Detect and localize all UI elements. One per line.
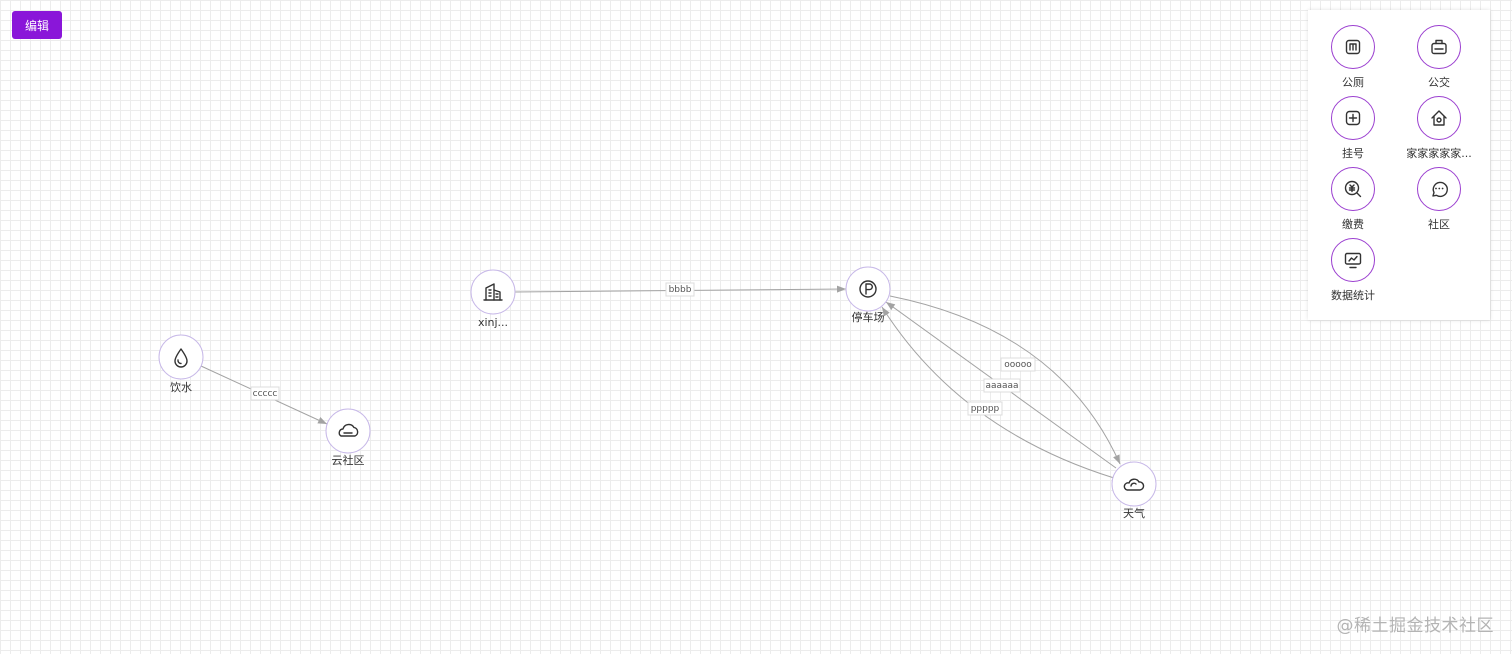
node-tingchechang[interactable]: 停车场 [845, 266, 891, 324]
bus-icon [1431, 39, 1447, 55]
palette-item-circle [1331, 167, 1375, 211]
palette-item-payment[interactable]: 缴费 [1309, 154, 1389, 231]
palette-item-circle [1331, 25, 1375, 69]
palette-item-register[interactable]: 挂号 [1309, 83, 1389, 160]
palette-item-circle [1417, 167, 1461, 211]
node-label: 天气 [1123, 506, 1145, 520]
palette-item-circle [1417, 25, 1461, 69]
node-label: 饮水 [170, 381, 192, 394]
monitor-chart-icon [1344, 252, 1362, 269]
edge-ccccc[interactable]: ccccc [200, 365, 328, 425]
watermark: @稀土掘金技术社区 [1336, 616, 1494, 636]
edge-bbbb[interactable]: bbbb [504, 282, 847, 297]
palette-item-bus[interactable]: 公交 [1395, 12, 1475, 89]
node-yinshui[interactable]: 饮水 [158, 334, 204, 394]
node-yunshequ[interactable]: 云社区 [325, 408, 371, 467]
palette-item-label: 社区 [1428, 218, 1450, 231]
flow-canvas[interactable]: ccccc bbbb ooooo aaaaaa ppppp 饮水 云社区 xin… [0, 0, 1512, 654]
node-label: xinj... [478, 316, 508, 329]
palette-item-circle [1331, 238, 1375, 282]
chat-bubble-icon [1432, 181, 1448, 198]
palette-item-statistics[interactable]: 数据统计 [1309, 225, 1389, 302]
node-label: 云社区 [332, 453, 365, 467]
home-icon [1431, 110, 1447, 126]
palette-item-toilet[interactable]: 公厕 [1309, 12, 1389, 89]
edge-label: ooooo [1004, 360, 1032, 370]
palette-item-circle [1417, 96, 1461, 140]
edge-label: bbbb [669, 285, 692, 295]
payment-icon [1344, 180, 1362, 198]
node-label: 停车场 [852, 310, 885, 324]
edge-label: aaaaaa [985, 381, 1018, 391]
edge-label: ppppp [971, 404, 1000, 414]
edge-label: ccccc [253, 389, 278, 399]
register-plus-icon [1345, 110, 1361, 126]
edge-aaaaaa[interactable]: aaaaaa [885, 301, 1117, 469]
node-xinj[interactable]: xinj... [470, 269, 516, 329]
palette-item-circle [1331, 96, 1375, 140]
node-palette: 公厕 公交 挂号 家家家家家... 缴费 社区 数据统计 [1308, 10, 1490, 320]
node-tianqi[interactable]: 天气 [1111, 461, 1157, 520]
toilet-icon [1345, 39, 1361, 55]
palette-item-home[interactable]: 家家家家家... [1395, 83, 1475, 160]
palette-item-community[interactable]: 社区 [1395, 154, 1475, 231]
palette-item-label: 数据统计 [1331, 289, 1375, 302]
